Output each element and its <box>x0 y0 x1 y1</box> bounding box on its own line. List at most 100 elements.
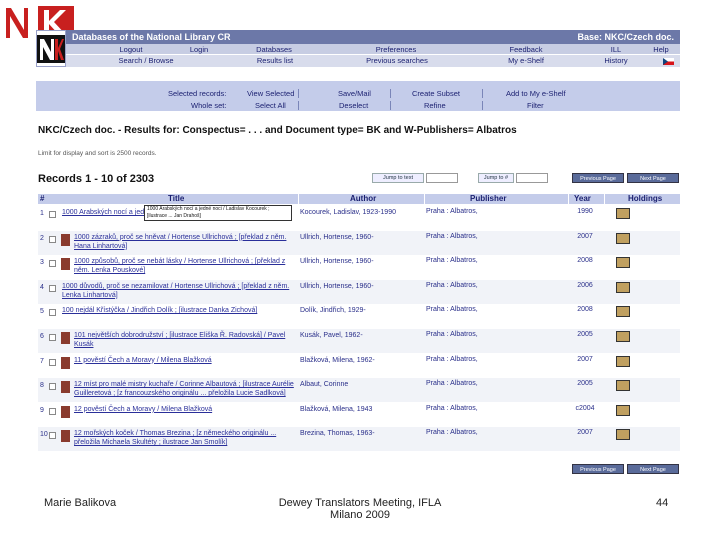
help-link[interactable]: Help <box>646 44 676 55</box>
row-author: Blažková, Milena, 1962- <box>300 356 375 364</box>
records-count: Records 1 - 10 of 2303 <box>38 173 155 185</box>
holdings-icon[interactable] <box>616 306 630 318</box>
second-menu-row: Search / Browse Results list Previous se… <box>66 55 680 67</box>
row-checkbox[interactable] <box>49 309 56 317</box>
holdings-icon[interactable] <box>616 208 630 219</box>
row-checkbox[interactable] <box>49 284 56 292</box>
row-title-link[interactable]: 12 pověstí Čech a Moravy / Milena Blažko… <box>74 405 298 414</box>
row-publisher: Praha : Albatros, <box>426 429 478 437</box>
row-number-link[interactable]: 1 <box>40 210 44 217</box>
records-action-panel: Selected records: Whole set: View Select… <box>36 81 680 111</box>
filter-button[interactable]: Filter <box>527 101 544 110</box>
next-page-button[interactable]: Next Page <box>627 173 679 183</box>
previous-searches-link[interactable]: Previous searches <box>356 55 438 66</box>
create-subset-button[interactable]: Create Subset <box>412 89 460 98</box>
row-publisher: Praha : Albatros, <box>426 306 478 314</box>
save-mail-button[interactable]: Save/Mail <box>338 89 371 98</box>
cover-thumbnail[interactable] <box>61 233 70 246</box>
jump-number-input[interactable] <box>516 173 548 183</box>
row-title-link[interactable]: 100 nejdál Křístýčka / Jindřich Dolík ; … <box>62 306 298 315</box>
row-number-link[interactable]: 7 <box>40 358 44 365</box>
jump-text-input[interactable] <box>426 173 458 183</box>
row-number-link[interactable]: 8 <box>40 382 44 389</box>
row-publisher: Praha : Albatros, <box>426 331 478 338</box>
jump-to-number-button[interactable]: Jump to # <box>478 173 514 183</box>
login-link[interactable]: Login <box>174 44 224 55</box>
deselect-button[interactable]: Deselect <box>339 101 368 110</box>
row-number-link[interactable]: 10 <box>40 431 48 438</box>
row-publisher: Praha : Albatros, <box>426 380 478 388</box>
row-author: Kusák, Pavel, 1962- <box>300 332 363 339</box>
search-browse-link[interactable]: Search / Browse <box>106 55 186 66</box>
cover-thumbnail[interactable] <box>61 381 70 394</box>
results-list-link[interactable]: Results list <box>244 55 306 66</box>
history-link[interactable]: History <box>601 55 631 66</box>
cover-thumbnail[interactable] <box>61 405 70 418</box>
col-title[interactable]: Title <box>168 194 184 204</box>
add-to-eshelf-button[interactable]: Add to My e-Shelf <box>506 89 566 98</box>
row-number-link[interactable]: 3 <box>40 259 44 266</box>
holdings-icon[interactable] <box>616 380 630 392</box>
select-all-button[interactable]: Select All <box>255 101 286 110</box>
table-row: 3 1000 způsobů, proč se nebát lásky / Hor… <box>38 255 680 279</box>
row-checkbox[interactable] <box>49 334 56 341</box>
holdings-icon[interactable] <box>616 232 630 244</box>
row-checkbox[interactable] <box>49 260 56 268</box>
row-checkbox[interactable] <box>49 358 56 366</box>
row-title-link[interactable]: 12 míst pro malé mistry kuchaře / Corinn… <box>74 380 298 398</box>
row-title-link[interactable]: 1000 důvodů, proč se nezamilovat / Horte… <box>62 282 298 300</box>
refine-button[interactable]: Refine <box>424 101 446 110</box>
czech-flag-icon[interactable] <box>663 58 674 65</box>
cover-thumbnail[interactable] <box>61 332 70 344</box>
row-title-link[interactable]: 1000 způsobů, proč se nebát lásky / Hort… <box>74 257 298 275</box>
holdings-icon[interactable] <box>616 257 630 269</box>
preferences-link[interactable]: Preferences <box>356 44 436 55</box>
next-page-button-bottom[interactable]: Next Page <box>627 464 679 474</box>
holdings-icon[interactable] <box>616 355 630 367</box>
row-number-link[interactable]: 2 <box>40 235 44 242</box>
row-publisher: Praha : Albatros, <box>426 232 478 240</box>
row-checkbox[interactable] <box>49 211 56 218</box>
row-checkbox[interactable] <box>49 407 56 415</box>
row-title-link[interactable]: 1000 zázraků, proč se hněvat / Hortense … <box>74 233 298 251</box>
row-number-link[interactable]: 5 <box>40 308 44 315</box>
row-title-link[interactable]: 12 mořských koček / Thomas Brezina ; [z … <box>74 429 298 447</box>
row-number-link[interactable]: 6 <box>40 333 44 340</box>
row-title-link[interactable]: 101 největších dobrodružství ; [ilustrac… <box>74 331 298 349</box>
logout-link[interactable]: Logout <box>106 44 156 55</box>
col-author[interactable]: Author <box>350 194 376 204</box>
holdings-icon[interactable] <box>616 404 630 416</box>
base-label: Base: NKC/Czech doc. <box>577 32 674 42</box>
row-number-link[interactable]: 4 <box>40 284 44 291</box>
holdings-icon[interactable] <box>616 281 630 293</box>
table-row: 2 1000 zázraků, proč se hněvat / Hortense… <box>38 230 680 255</box>
separator <box>298 101 299 110</box>
row-number-link[interactable]: 9 <box>40 407 44 414</box>
row-checkbox[interactable] <box>49 432 56 440</box>
separator <box>482 101 483 110</box>
col-publisher[interactable]: Publisher <box>470 194 506 204</box>
cover-thumbnail[interactable] <box>61 356 70 369</box>
feedback-link[interactable]: Feedback <box>496 44 556 55</box>
footer-event-line2: Milano 2009 <box>330 509 390 521</box>
cover-thumbnail[interactable] <box>61 258 70 271</box>
jump-to-text-button[interactable]: Jump to text <box>372 173 424 183</box>
site-title: Databases of the National Library CR <box>72 32 231 42</box>
row-checkbox[interactable] <box>49 235 56 243</box>
previous-page-button[interactable]: Previous Page <box>572 173 624 183</box>
holdings-icon[interactable] <box>616 429 630 441</box>
view-selected-button[interactable]: View Selected <box>247 89 294 98</box>
table-row: 7 11 pověstí Čech a Moravy / Milena Blažk… <box>38 354 680 378</box>
row-year: 2007 <box>577 355 593 363</box>
previous-page-button-bottom[interactable]: Previous Page <box>572 464 624 474</box>
row-title-link[interactable]: 11 pověstí Čech a Moravy / Milena Blažko… <box>74 356 298 365</box>
separator <box>390 101 391 110</box>
row-checkbox[interactable] <box>49 383 56 391</box>
databases-link[interactable]: Databases <box>244 44 304 55</box>
cover-thumbnail[interactable] <box>61 430 70 443</box>
my-eshelf-link[interactable]: My e-Shelf <box>496 55 556 66</box>
holdings-icon[interactable] <box>616 331 630 342</box>
ill-link[interactable]: ILL <box>601 44 631 55</box>
row-year: 2005 <box>577 380 593 388</box>
col-year[interactable]: Year <box>574 194 591 204</box>
